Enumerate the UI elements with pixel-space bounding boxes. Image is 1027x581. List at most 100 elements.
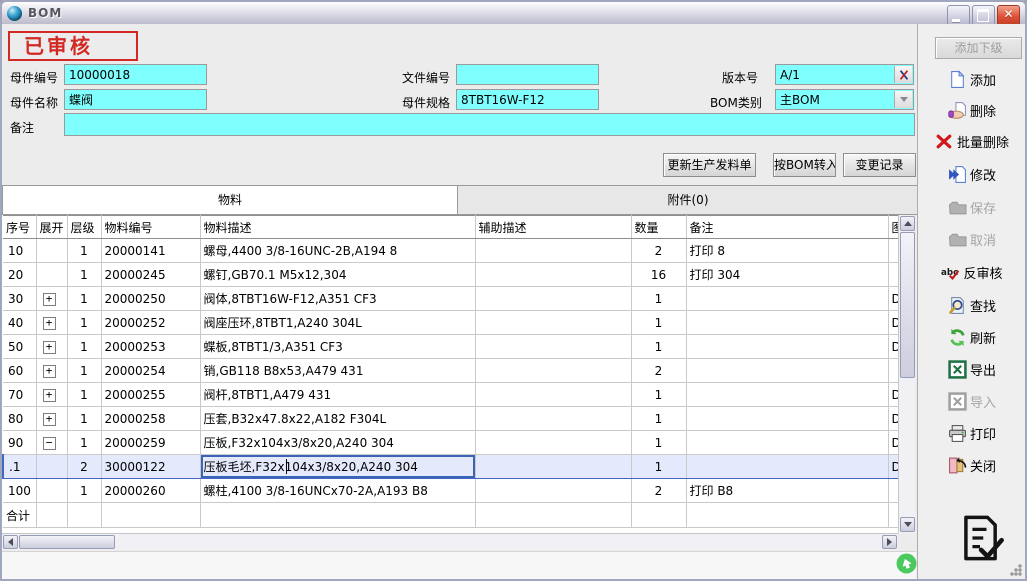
parent-name-label: 母件名称 bbox=[10, 94, 58, 111]
horizontal-scrollbar[interactable] bbox=[2, 533, 898, 550]
arrow-right-icon bbox=[887, 538, 892, 546]
column-header-3[interactable]: 物料编号 bbox=[101, 216, 200, 239]
column-header-5[interactable]: 辅助描述 bbox=[475, 216, 631, 239]
close-icon: ✕ bbox=[998, 7, 1019, 21]
parent-code-field[interactable]: 10000018 bbox=[64, 64, 207, 85]
sidebar-button-label: 查找 bbox=[970, 296, 996, 315]
resize-grip[interactable] bbox=[1010, 564, 1022, 576]
expand-icon[interactable]: + bbox=[43, 341, 56, 354]
cell-expand: + bbox=[36, 407, 67, 431]
scroll-down-button[interactable] bbox=[900, 517, 915, 532]
cell-level: 1 bbox=[67, 335, 101, 359]
column-header-0[interactable]: 序号 bbox=[3, 216, 36, 239]
column-header-8[interactable]: 图 bbox=[888, 216, 898, 239]
cell-expand: + bbox=[36, 335, 67, 359]
sidebar-button-modify[interactable]: 修改 bbox=[918, 161, 1026, 187]
doc-code-field[interactable] bbox=[456, 64, 599, 85]
cell-remark: 打印 8 bbox=[686, 239, 888, 263]
sidebar-button-import: 导入 bbox=[918, 388, 1026, 414]
update-production-issue-button[interactable]: 更新生产发料单 bbox=[663, 153, 756, 177]
table-row[interactable]: 10120000141螺母,4400 3/8-16UNC-2B,A194 82打… bbox=[3, 239, 898, 263]
bom-type-select[interactable]: 主BOM bbox=[775, 89, 914, 110]
sidebar-button-export[interactable]: 导出 bbox=[918, 356, 1026, 382]
table-row[interactable]: .1230000122压板毛坯,F32x104x3/8x20,A240 3041… bbox=[3, 455, 898, 479]
close-button[interactable]: ✕ bbox=[997, 5, 1020, 26]
collapse-icon[interactable]: − bbox=[43, 437, 56, 450]
sidebar-button-label: 关闭 bbox=[970, 456, 996, 475]
cell-level: 1 bbox=[67, 431, 101, 455]
tab-materials[interactable]: 物料 bbox=[3, 186, 457, 214]
bom-window: BOM ✕ 已审核 母件编号 母件名称 文件编号 母件规格 版本号 BOM类别 … bbox=[0, 0, 1027, 581]
table-row[interactable]: 20120000245螺钉,GB70.1 M5x12,30416打印 304 bbox=[3, 263, 898, 287]
column-header-6[interactable]: 数量 bbox=[631, 216, 686, 239]
change-log-button[interactable]: 变更记录 bbox=[843, 153, 916, 177]
sidebar-button-unapprove[interactable]: abc反审核 bbox=[918, 259, 1026, 285]
sidebar-button-label: 导出 bbox=[970, 360, 996, 379]
cell-level: 1 bbox=[67, 239, 101, 263]
cell-remark: 打印 B8 bbox=[686, 479, 888, 503]
parent-name-field[interactable]: 蝶阀 bbox=[64, 89, 207, 110]
table-row[interactable]: 80+120000258压套,B32x47.8x22,A182 F304L1D bbox=[3, 407, 898, 431]
clear-version-button[interactable] bbox=[894, 66, 912, 83]
footer-cell bbox=[631, 503, 686, 528]
sidebar: 添加下级 添加删除批量删除修改保存取消abc反审核查找刷新导出导入打印关闭 bbox=[917, 24, 1025, 579]
table-row[interactable]: 100120000260螺柱,4100 3/8-16UNCx70-2A,A193… bbox=[3, 479, 898, 503]
expand-icon[interactable]: + bbox=[43, 413, 56, 426]
sidebar-button-print[interactable]: 打印 bbox=[918, 420, 1026, 446]
table-row[interactable]: 90−120000259压板,F32x104x3/8x20,A240 3041D bbox=[3, 431, 898, 455]
bom-type-value: 主BOM bbox=[780, 93, 820, 107]
column-header-4[interactable]: 物料描述 bbox=[200, 216, 475, 239]
vertical-scroll-thumb[interactable] bbox=[900, 232, 915, 378]
column-header-2[interactable]: 层级 bbox=[67, 216, 101, 239]
table-row[interactable]: 50+120000253蝶板,8TBT1/3,A351 CF31D bbox=[3, 335, 898, 359]
table-row[interactable]: 40+120000252阀座压环,8TBT1,A240 304L1D bbox=[3, 311, 898, 335]
cell-desc: 销,GB118 B8x53,A479 431 bbox=[200, 359, 475, 383]
expand-icon[interactable]: + bbox=[43, 317, 56, 330]
horizontal-scroll-thumb[interactable] bbox=[19, 535, 115, 549]
version-field[interactable]: A/1 bbox=[775, 64, 914, 85]
sidebar-button-close[interactable]: 关闭 bbox=[918, 452, 1026, 478]
cell-level: 1 bbox=[67, 407, 101, 431]
maximize-icon bbox=[977, 9, 989, 22]
arrow-left-icon bbox=[8, 538, 13, 546]
sidebar-button-delete[interactable]: 删除 bbox=[918, 97, 1026, 123]
maximize-button[interactable] bbox=[972, 5, 995, 26]
minimize-button[interactable] bbox=[947, 5, 970, 26]
vertical-scrollbar[interactable] bbox=[898, 215, 915, 533]
status-green-icon bbox=[896, 553, 917, 574]
cell-remark bbox=[686, 359, 888, 383]
bom-transfer-button[interactable]: 按BOM转入 bbox=[773, 153, 836, 177]
cell-expand: + bbox=[36, 383, 67, 407]
scroll-up-button[interactable] bbox=[900, 216, 915, 231]
sidebar-button-add[interactable]: 添加 bbox=[918, 66, 1026, 92]
column-header-7[interactable]: 备注 bbox=[686, 216, 888, 239]
expand-icon[interactable]: + bbox=[43, 365, 56, 378]
dropdown-button[interactable] bbox=[894, 91, 912, 108]
scroll-right-button[interactable] bbox=[882, 535, 897, 549]
table-row[interactable]: 70+120000255阀杆,8TBT1,A479 4311D bbox=[3, 383, 898, 407]
cell-desc: 压板,F32x104x3/8x20,A240 304 bbox=[200, 431, 475, 455]
column-header-1[interactable]: 展开 bbox=[36, 216, 67, 239]
table-row[interactable]: 60+120000254销,GB118 B8x53,A479 4312 bbox=[3, 359, 898, 383]
expand-icon[interactable]: + bbox=[43, 293, 56, 306]
cell-seq: 40 bbox=[3, 311, 36, 335]
sidebar-button-batch-delete[interactable]: 批量删除 bbox=[918, 128, 1026, 154]
tab-attachments[interactable]: 附件(0) bbox=[457, 186, 918, 214]
parent-spec-field[interactable]: 8TBT16W-F12 bbox=[456, 89, 599, 110]
cell-desc: 压板毛坯,F32x104x3/8x20,A240 304 bbox=[200, 455, 475, 479]
cell-qty: 1 bbox=[631, 335, 686, 359]
expand-icon[interactable]: + bbox=[43, 389, 56, 402]
cell-expand: + bbox=[36, 287, 67, 311]
scroll-left-button[interactable] bbox=[3, 535, 18, 549]
status-bar bbox=[2, 551, 916, 580]
door-exit-icon bbox=[948, 456, 967, 475]
cell-aux bbox=[475, 239, 631, 263]
cell-level: 1 bbox=[67, 287, 101, 311]
cell-fig bbox=[888, 359, 898, 383]
sidebar-button-find[interactable]: 查找 bbox=[918, 292, 1026, 318]
sidebar-button-refresh[interactable]: 刷新 bbox=[918, 324, 1026, 350]
table-row[interactable]: 30+120000250阀体,8TBT16W-F12,A351 CF31D bbox=[3, 287, 898, 311]
remark-field[interactable] bbox=[64, 113, 915, 136]
cell-level: 2 bbox=[67, 455, 101, 479]
cell-code: 20000255 bbox=[101, 383, 200, 407]
